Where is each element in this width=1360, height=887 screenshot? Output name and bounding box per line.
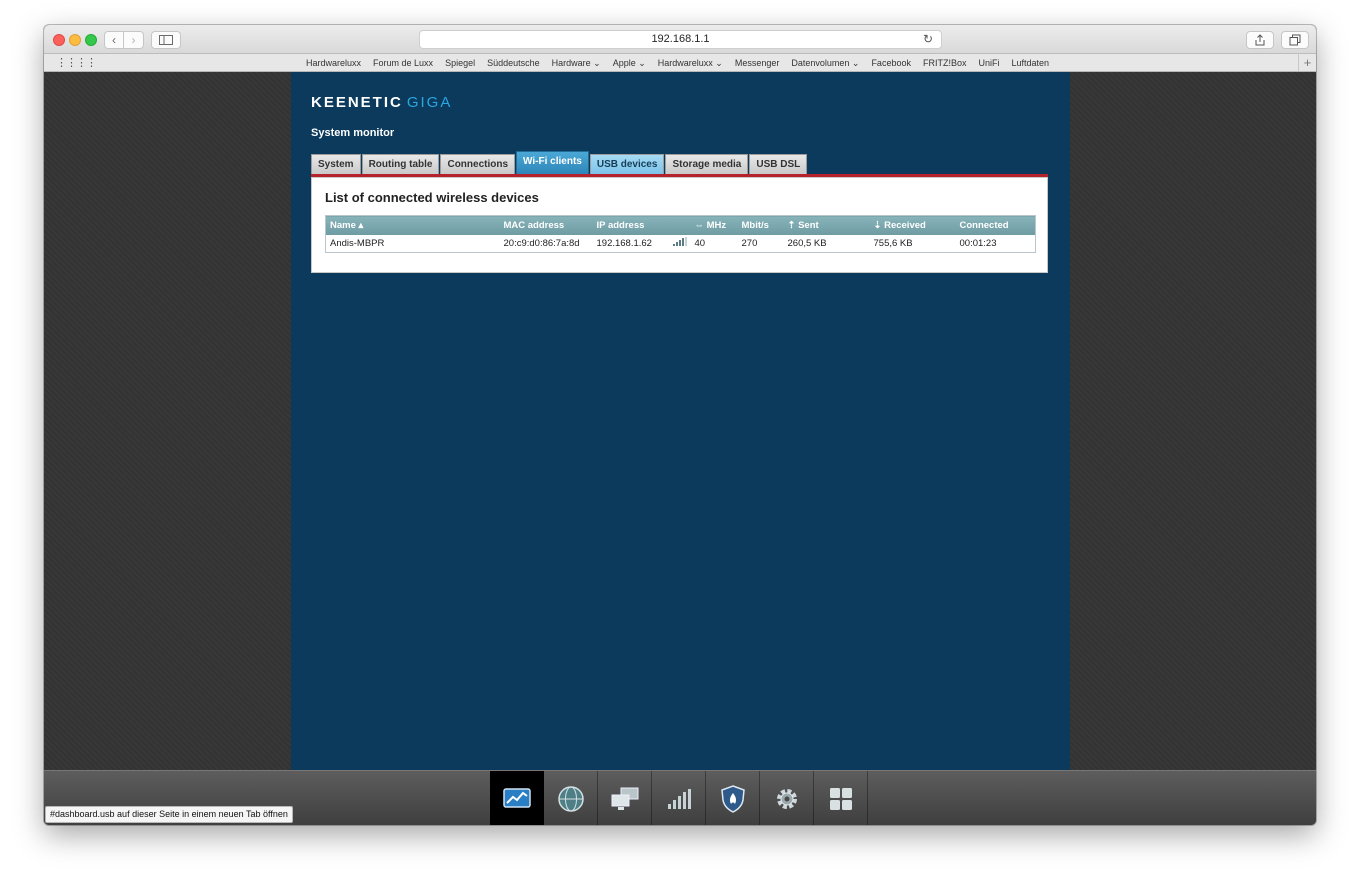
status-bar-link-preview: #dashboard.usb auf dieser Seite in einem…	[45, 806, 293, 823]
zoom-window-button[interactable]	[85, 34, 97, 46]
column-header-connected[interactable]: Connected	[955, 215, 1036, 235]
firewall-shield-icon	[720, 784, 745, 813]
dock-item-monitor[interactable]	[490, 771, 544, 825]
bookmark-item[interactable]: Luftdaten	[1012, 58, 1050, 68]
minimize-window-button[interactable]	[69, 34, 81, 46]
title-bar: ‹ › 192.168.1.1 ↻	[44, 25, 1316, 54]
router-main-panel: KEENETIC GIGA System monitor System Routi…	[291, 72, 1070, 772]
share-icon	[1255, 34, 1265, 46]
tab-wifi-clients[interactable]: Wi-Fi clients	[516, 151, 589, 174]
dock-item-security[interactable]	[706, 771, 760, 825]
sidebar-toggle-button[interactable]	[151, 31, 181, 49]
client-ip: 192.168.1.62	[596, 237, 652, 249]
column-header-mac[interactable]: MAC address	[499, 215, 593, 235]
tab-storage-media[interactable]: Storage media	[665, 154, 749, 174]
tab-usb-devices[interactable]: USB devices	[589, 154, 665, 174]
dock-items	[490, 771, 868, 825]
page-title: System monitor	[311, 127, 395, 139]
bookmarks-bar: ⋮⋮⋮⋮ Hardwareluxx Forum de Luxx Spiegel …	[44, 54, 1316, 72]
bookmark-item[interactable]: Messenger	[735, 58, 780, 68]
browser-window: ‹ › 192.168.1.1 ↻ ⋮⋮⋮⋮ Hardwareluxx Foru…	[44, 25, 1316, 825]
bookmark-item[interactable]: Forum de Luxx	[373, 58, 433, 68]
address-bar[interactable]: 192.168.1.1 ↻	[419, 30, 942, 49]
dock-item-internet[interactable]	[544, 771, 598, 825]
dock-item-wifi[interactable]	[652, 771, 706, 825]
column-header-ip[interactable]: IP address	[592, 215, 667, 235]
bookmark-list: Hardwareluxx Forum de Luxx Spiegel Südde…	[306, 54, 1061, 72]
settings-gear-icon	[776, 788, 797, 809]
bookmark-item[interactable]: Spiegel	[445, 58, 475, 68]
column-header-mbits[interactable]: Mbit/s	[737, 215, 784, 235]
home-network-icon	[611, 787, 638, 810]
wifi-clients-table: Name ▴ MAC address IP address ⇔ MHz Mbit…	[325, 215, 1036, 253]
tab-routing-table[interactable]: Routing table	[361, 154, 440, 174]
bookmark-item[interactable]: UniFi	[978, 58, 999, 68]
internet-globe-icon	[557, 785, 584, 812]
dock-item-settings[interactable]	[760, 771, 814, 825]
signal-strength-icon	[672, 237, 687, 247]
logo-model-text: GIGA	[406, 94, 453, 111]
add-bookmark-plus-icon[interactable]: +	[1298, 54, 1316, 71]
column-header-mhz[interactable]: ⇔ MHz	[690, 215, 738, 235]
client-name: Andis-MBPR	[330, 237, 385, 249]
dock-item-apps[interactable]	[814, 771, 868, 825]
column-header-name[interactable]: Name ▴	[325, 215, 500, 235]
show-tabs-button[interactable]	[1281, 31, 1309, 49]
tab-system[interactable]: System	[311, 154, 361, 174]
bookmark-item[interactable]: FRITZ!Box	[923, 58, 967, 68]
column-header-received[interactable]: ⇣ Received	[869, 215, 956, 235]
client-mbits: 270	[741, 237, 758, 249]
reload-icon[interactable]: ↻	[923, 31, 933, 48]
tabs-overview-icon	[1289, 34, 1301, 46]
client-signal	[667, 235, 691, 253]
section-title: List of connected wireless devices	[325, 190, 539, 205]
bookmark-item[interactable]: Hardwareluxx	[306, 58, 361, 68]
client-received: 755,6 KB	[873, 237, 913, 249]
bookmark-item[interactable]: Facebook	[871, 58, 911, 68]
bookmark-folder[interactable]: Apple ⌄	[613, 58, 646, 69]
wifi-clients-panel: List of connected wireless devices Name …	[311, 177, 1048, 273]
tab-usb-dsl[interactable]: USB DSL	[749, 154, 808, 174]
back-button[interactable]: ‹	[104, 31, 124, 49]
bookmark-item[interactable]: Süddeutsche	[487, 58, 540, 68]
client-connected: 00:01:23	[959, 237, 997, 249]
client-sent: 260,5 KB	[787, 237, 827, 249]
close-window-button[interactable]	[53, 34, 65, 46]
wifi-signal-icon	[667, 788, 691, 809]
bookmark-folder[interactable]: Datenvolumen ⌄	[791, 58, 859, 69]
url-text: 192.168.1.1	[651, 33, 710, 45]
table-header-row: Name ▴ MAC address IP address ⇔ MHz Mbit…	[325, 215, 1036, 235]
dock-item-home-network[interactable]	[598, 771, 652, 825]
client-mac: 20:c9:d0:86:7a:8d	[503, 237, 580, 249]
sidebar-icon	[159, 35, 173, 45]
share-button[interactable]	[1246, 31, 1274, 49]
keenetic-logo: KEENETIC GIGA	[311, 94, 452, 111]
monitor-tabs: System Routing table Connections Wi-Fi c…	[311, 151, 808, 174]
forward-button[interactable]: ›	[124, 31, 144, 49]
logo-main-text: KEENETIC	[311, 94, 403, 111]
bookmark-folder[interactable]: Hardwareluxx ⌄	[658, 58, 723, 69]
client-mhz: 40	[694, 237, 706, 249]
bookmark-folder[interactable]: Hardware ⌄	[552, 58, 601, 69]
apps-grid-icon	[829, 787, 852, 810]
column-header-signal	[666, 215, 691, 235]
table-row[interactable]: Andis-MBPR 20:c9:d0:86:7a:8d 192.168.1.6…	[326, 235, 1036, 253]
column-header-sent[interactable]: ⇡ Sent	[783, 215, 870, 235]
tab-connections[interactable]: Connections	[440, 154, 516, 174]
top-sites-grid-icon[interactable]: ⋮⋮⋮⋮	[56, 56, 97, 69]
monitor-icon	[502, 787, 531, 808]
